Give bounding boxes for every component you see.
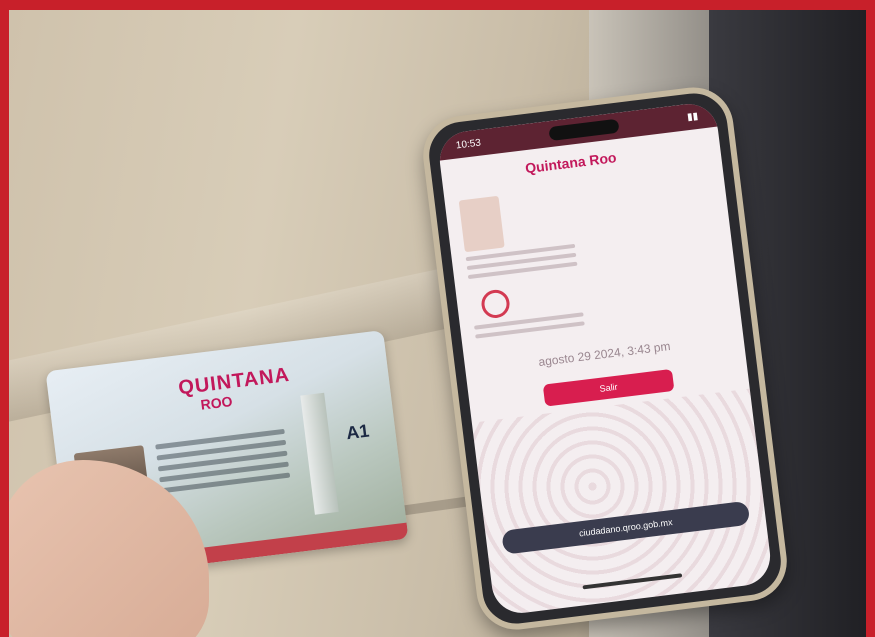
card-monument-image xyxy=(300,392,339,515)
phone-screen: 10:53 ▮▮ Quintana Roo agosto 29 2024, 3:… xyxy=(436,100,774,617)
qroo-emblem-icon xyxy=(479,288,512,320)
card-logo-sub: ROO xyxy=(199,393,234,413)
status-time: 10:53 xyxy=(455,137,482,152)
red-border-frame: QUINTANA ROO A1 10:53 ▮▮ Quintana Roo ag… xyxy=(0,0,875,637)
digital-license: Quintana Roo xyxy=(440,127,740,341)
digital-license-photo xyxy=(458,195,505,253)
card-logo: QUINTANA xyxy=(177,363,292,400)
card-text-lines xyxy=(154,423,291,499)
smartphone: 10:53 ▮▮ Quintana Roo agosto 29 2024, 3:… xyxy=(418,82,792,635)
signal-icon: ▮▮ xyxy=(686,110,699,123)
photo-scene: QUINTANA ROO A1 10:53 ▮▮ Quintana Roo ag… xyxy=(9,10,866,637)
license-class: A1 xyxy=(345,420,371,444)
issue-date: agosto 29 2024, 3:43 pm xyxy=(537,338,672,370)
dynamic-island xyxy=(548,118,620,142)
